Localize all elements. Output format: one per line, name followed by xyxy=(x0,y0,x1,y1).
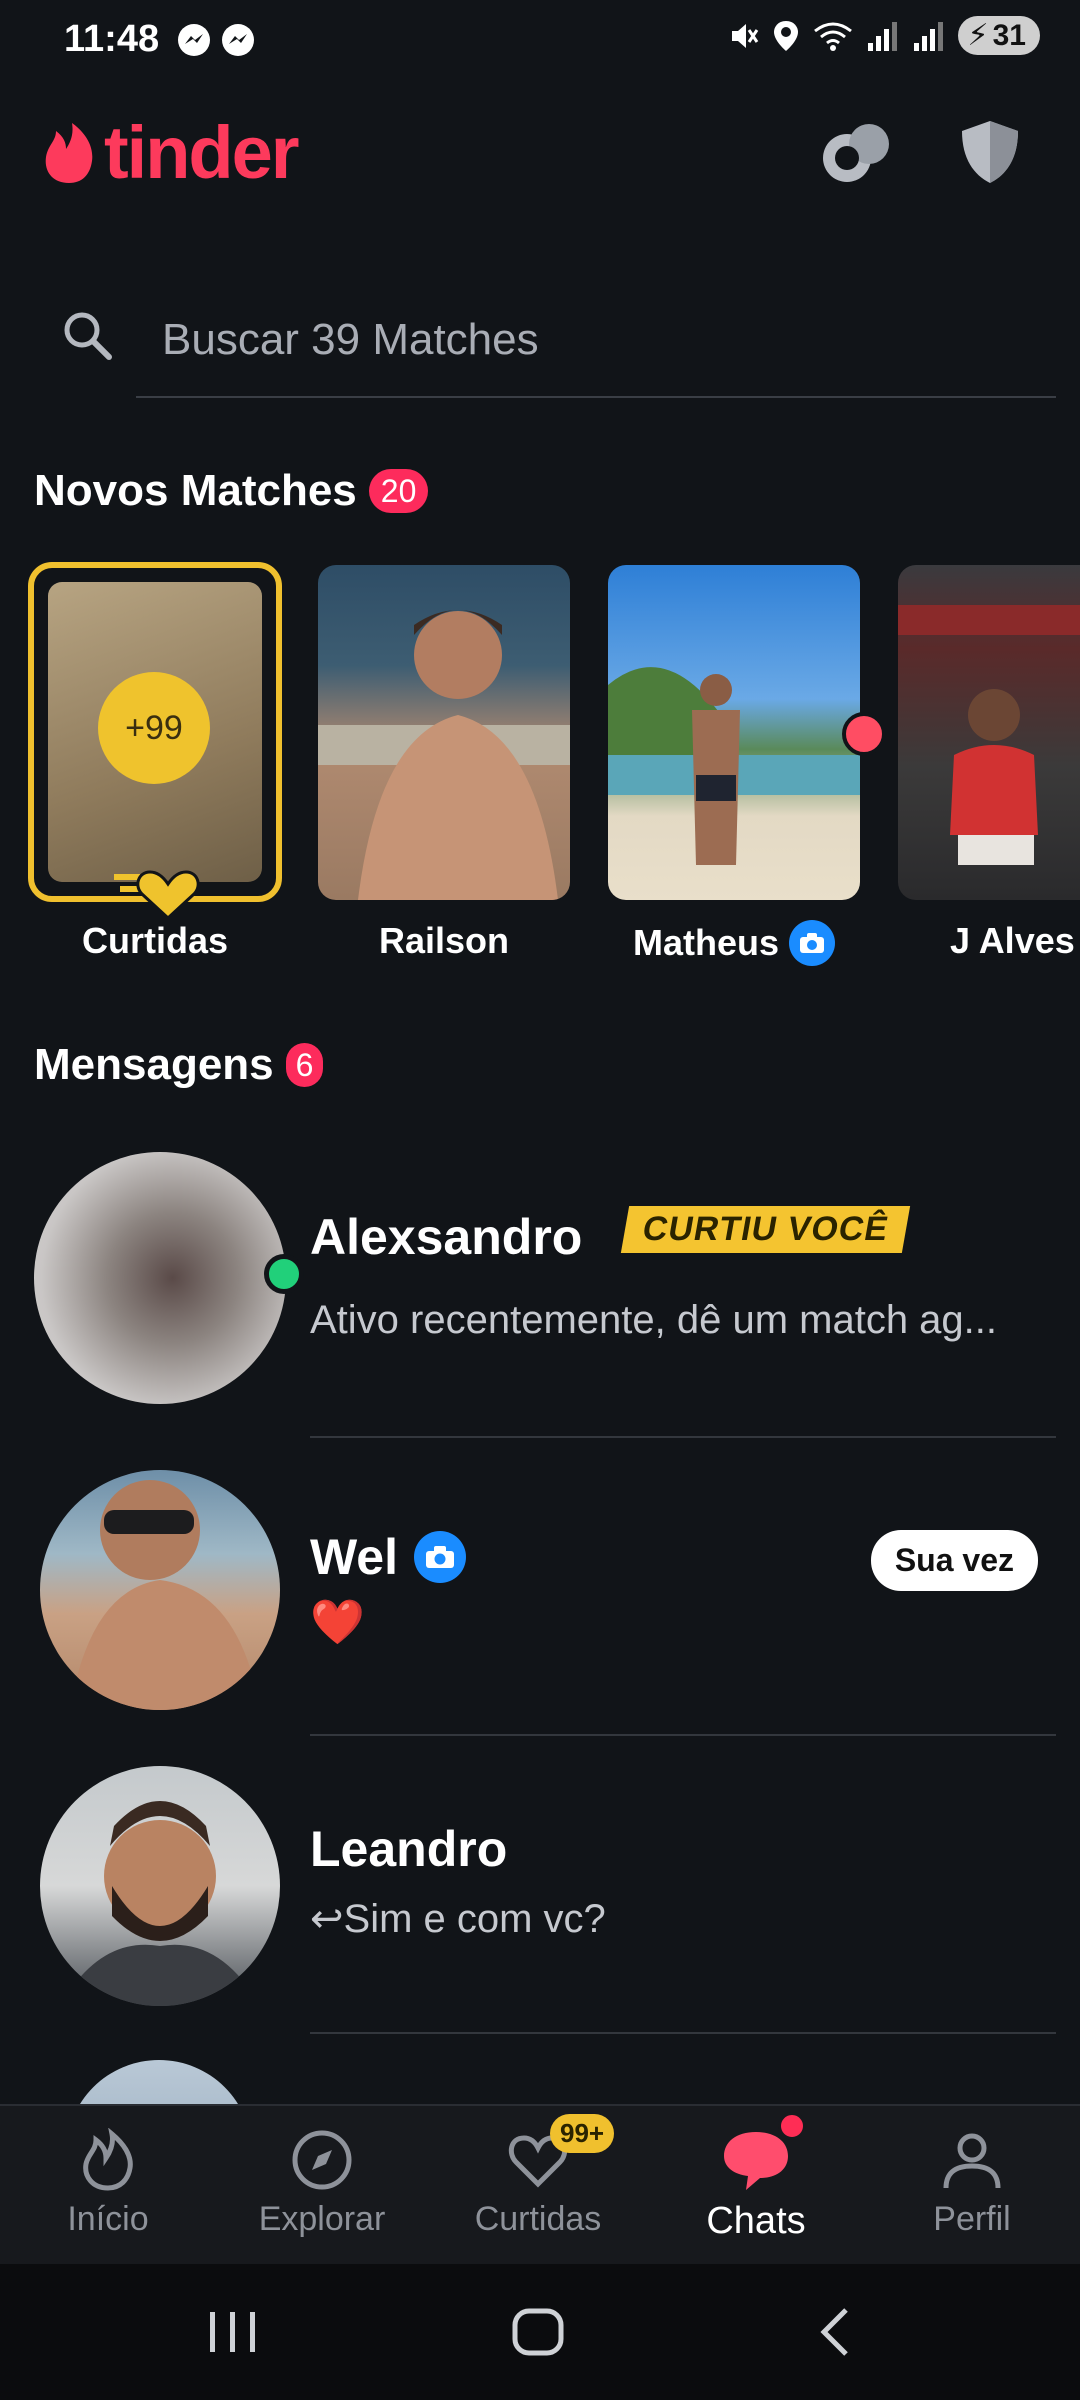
camera-verified-icon xyxy=(789,920,836,966)
wifi-icon xyxy=(813,22,852,51)
match-card-j-alves[interactable] xyxy=(898,565,1080,900)
person-icon xyxy=(943,2133,1001,2189)
signal-icon xyxy=(867,21,897,51)
double-date-icon xyxy=(823,124,889,182)
message-preview: ❤️ xyxy=(310,1598,365,1647)
system-status-icons: ⚡ 31 xyxy=(726,16,1040,55)
home-icon[interactable] xyxy=(510,2306,566,2358)
chats-unread-dot xyxy=(778,2112,806,2140)
search-underline xyxy=(136,396,1056,398)
nav-inicio[interactable]: Início xyxy=(18,2128,198,2239)
shield-icon xyxy=(962,121,1018,183)
online-indicator xyxy=(264,1254,304,1294)
match-name-row: Matheus xyxy=(608,920,860,966)
likes-nav-badge: 99+ xyxy=(550,2114,615,2153)
message-row-leandro[interactable]: Leandro ↩Sim e com vc? xyxy=(0,1734,1080,2034)
match-card-railson[interactable] xyxy=(318,565,570,900)
location-icon xyxy=(773,20,798,51)
messages-count: 6 xyxy=(285,1043,324,1087)
charging-icon: ⚡ xyxy=(967,19,989,52)
contact-name: Wel xyxy=(310,1529,398,1585)
safety-shield-button[interactable] xyxy=(950,112,1030,192)
contact-name: Leandro xyxy=(310,1821,508,1877)
system-navigation-bar xyxy=(0,2264,1080,2400)
nav-chats[interactable]: Chats xyxy=(666,2128,846,2243)
likes-card[interactable]: +99 xyxy=(28,562,282,920)
new-matches-heading: Novos Matches 20 xyxy=(34,466,429,516)
status-bar: 11:48 ⚡ 31 xyxy=(0,0,1080,80)
nav-perfil[interactable]: Perfil xyxy=(882,2128,1062,2239)
chat-bubble-icon xyxy=(724,2132,788,2190)
message-preview: ↩Sim e com vc? xyxy=(310,1897,606,1941)
compass-icon xyxy=(292,2130,352,2190)
contact-name: Alexsandro xyxy=(310,1209,583,1265)
match-card-matheus[interactable] xyxy=(608,565,860,900)
notification-icons xyxy=(176,22,256,58)
recent-apps-icon[interactable] xyxy=(206,2308,260,2356)
flame-icon xyxy=(45,122,93,183)
match-name: Curtidas xyxy=(81,920,229,961)
message-row-wel[interactable]: Wel ❤️ Sua vez xyxy=(0,1436,1080,1736)
liked-you-tag: CURTIU VOCÊ xyxy=(620,1206,911,1253)
camera-verified-icon xyxy=(414,1531,466,1583)
messenger-icon xyxy=(178,24,210,56)
avatar xyxy=(40,1766,280,2006)
match-photo xyxy=(608,667,860,865)
nav-explorar[interactable]: Explorar xyxy=(232,2128,412,2239)
mute-icon xyxy=(731,23,758,48)
tinder-logo: tinder xyxy=(42,110,300,195)
message-preview: Ativo recentemente, dê um match ag... xyxy=(310,1298,998,1342)
back-icon[interactable] xyxy=(814,2306,854,2358)
battery-indicator: ⚡ 31 xyxy=(957,16,1040,55)
search-input[interactable] xyxy=(160,304,1054,376)
likes-count-badge: +99 xyxy=(98,672,210,784)
search-bar[interactable] xyxy=(60,290,1056,398)
gold-heart-icon xyxy=(114,870,200,920)
contact-name-row: Wel xyxy=(310,1528,466,1586)
search-icon xyxy=(64,312,112,360)
bottom-nav: Início Explorar Curtidas 99+ Chats Perfi… xyxy=(0,2104,1080,2266)
double-date-button[interactable] xyxy=(816,112,896,192)
messenger-icon xyxy=(222,24,254,56)
match-photo xyxy=(318,610,570,900)
match-photo xyxy=(898,605,1080,865)
your-turn-badge: Sua vez xyxy=(870,1530,1038,1591)
signal-icon xyxy=(913,21,943,51)
status-time: 11:48 xyxy=(64,18,160,60)
row-divider xyxy=(310,2032,1056,2034)
messages-heading: Mensagens 6 xyxy=(34,1040,324,1090)
avatar xyxy=(34,1152,286,1404)
avatar xyxy=(40,1470,280,1710)
unread-dot xyxy=(842,712,886,756)
new-matches-count: 20 xyxy=(368,469,429,513)
match-name: Matheus xyxy=(632,922,780,963)
flame-outline-icon xyxy=(83,2128,133,2191)
message-row-alexsandro[interactable]: Alexsandro CURTIU VOCÊ Ativo recentement… xyxy=(0,1136,1080,1438)
match-name: J Alves xyxy=(950,920,1075,961)
match-name: Railson xyxy=(378,920,510,961)
